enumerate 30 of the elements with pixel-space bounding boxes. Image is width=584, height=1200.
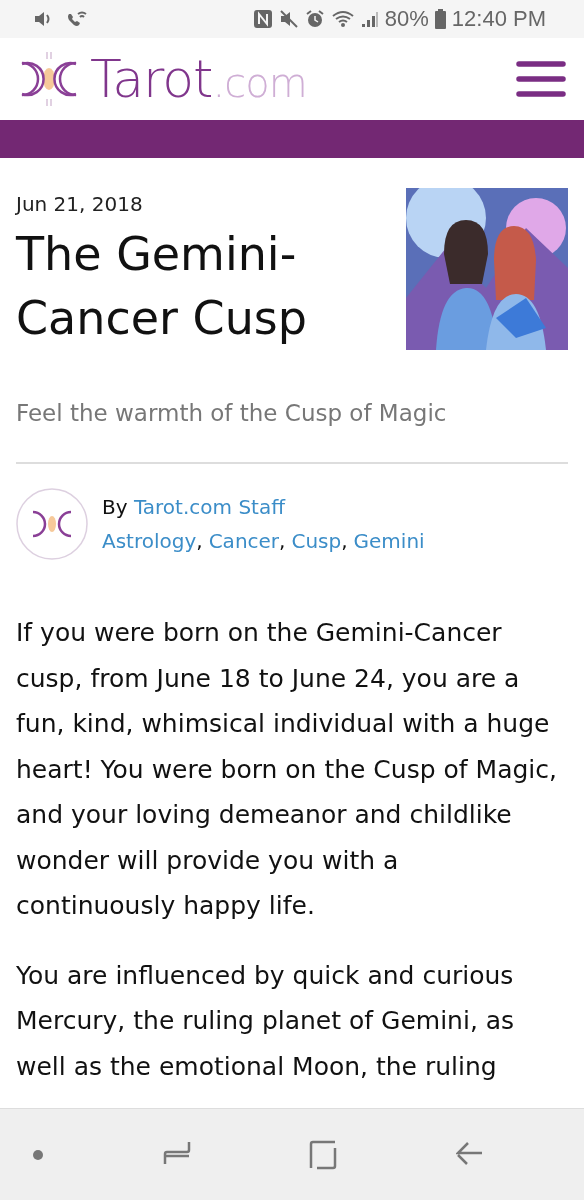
wifi-call-icon	[66, 10, 88, 28]
signal-icon	[360, 10, 379, 28]
menu-icon	[516, 61, 566, 97]
by-label: By	[102, 495, 128, 519]
article-subtitle: Feel the warmth of the Cusp of Magic	[16, 400, 448, 426]
article-paragraph: You are influenced by quick and curious Mercury, the ruling planet of Gemini, as well as the emotional Moon, the ruling	[16, 959, 516, 1083]
tag-separator: ,	[341, 529, 348, 553]
author-avatar	[16, 488, 88, 560]
tag-link[interactable]: Cancer	[208, 529, 280, 553]
article-date: Jun 21, 2018	[16, 192, 144, 216]
alarm-icon	[304, 9, 325, 29]
dot-icon[interactable]	[32, 1148, 44, 1161]
tag-link[interactable]: Astrology	[102, 529, 197, 553]
battery-icon	[434, 9, 446, 29]
article-title: The Gemini-Cancer Cusp	[16, 226, 309, 347]
tag-link[interactable]: Gemini	[353, 529, 425, 553]
tag-separator: ,	[279, 529, 286, 553]
logo-text[interactable]: Tarot.com	[90, 53, 307, 105]
article-paragraph: If you were born on the Gemini-Cancer cusp, from June 18 to June 24, you are a fun, kind, whimsical individual with a huge heart! You were born on the Cusp of Magic, and your loving demeanor and childlike wonder will provide you with a continuously happy life.	[16, 617, 558, 922]
clock-time: 12:40 PM	[451, 6, 546, 32]
tag-link[interactable]: Cusp	[291, 529, 342, 553]
tag-separator: ,	[196, 529, 203, 553]
author-link[interactable]: Tarot.com Staff	[133, 495, 285, 519]
volume-icon	[34, 11, 52, 27]
nfc-icon	[252, 9, 273, 29]
wifi-icon	[330, 9, 355, 29]
home-icon[interactable]	[309, 1139, 338, 1170]
menu-button[interactable]	[516, 61, 566, 97]
mute-icon	[278, 9, 299, 29]
battery-percent: 80%	[384, 6, 429, 32]
